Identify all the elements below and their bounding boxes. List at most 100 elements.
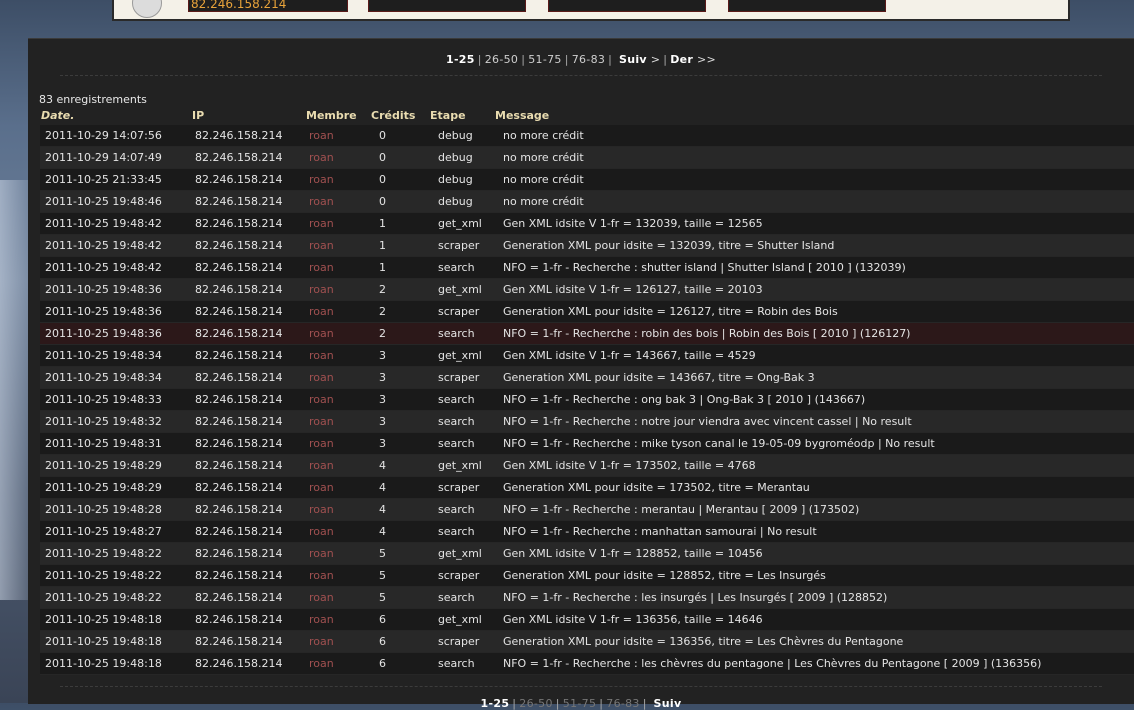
cell-member[interactable]: roan (309, 499, 374, 521)
page-link-76-83[interactable]: 76-83 (606, 697, 639, 710)
table-row[interactable]: 2011-10-25 19:48:34 82.246.158.214 roan 3 sc… (40, 367, 1134, 389)
page-link-76-83[interactable]: 76-83 (572, 53, 605, 66)
col-header-step[interactable]: Etape (430, 109, 466, 122)
input-field-3[interactable] (548, 0, 706, 12)
cell-ip: 82.246.158.214 (195, 653, 309, 675)
cell-member[interactable]: roan (309, 411, 374, 433)
cell-step: search (438, 323, 503, 345)
table-row[interactable]: 2011-10-25 19:48:28 82.246.158.214 roan 4 se… (40, 499, 1134, 521)
table-row[interactable]: 2011-10-25 19:48:29 82.246.158.214 roan 4 sc… (40, 477, 1134, 499)
cell-credits: 6 (374, 631, 438, 653)
cell-member[interactable]: roan (309, 609, 374, 631)
table-row[interactable]: 2011-10-25 19:48:42 82.246.158.214 roan 1 ge… (40, 213, 1134, 235)
table-row[interactable]: 2011-10-29 14:07:49 82.246.158.214 roan 0 de… (40, 147, 1134, 169)
cell-date: 2011-10-25 19:48:36 (40, 279, 195, 301)
cell-member[interactable]: roan (309, 587, 374, 609)
pagination-top: 1-25 | 26-50 | 51-75 | 76-83 | Suiv > | Der >> (445, 53, 716, 66)
last-page-link[interactable]: Der (670, 53, 693, 66)
ip-field[interactable]: 82.246.158.214 (188, 0, 348, 12)
cell-message: no more crédit (503, 169, 1134, 191)
page-link-26-50[interactable]: 26-50 (485, 53, 518, 66)
cell-member[interactable]: roan (309, 147, 374, 169)
cell-message: Generation XML pour idsite = 173502, tit… (503, 477, 1134, 499)
next-page-link[interactable]: Suiv (654, 697, 682, 710)
cell-member[interactable]: roan (309, 389, 374, 411)
col-header-credits[interactable]: Crédits (371, 109, 415, 122)
cell-date: 2011-10-25 19:48:32 (40, 411, 195, 433)
cell-member[interactable]: roan (309, 521, 374, 543)
cell-credits: 5 (374, 587, 438, 609)
cell-member[interactable]: roan (309, 235, 374, 257)
table-row[interactable]: 2011-10-29 14:07:56 82.246.158.214 roan 0 de… (40, 125, 1134, 147)
cell-member[interactable]: roan (309, 191, 374, 213)
table-row[interactable]: 2011-10-25 19:48:18 82.246.158.214 roan 6 ge… (40, 609, 1134, 631)
cell-member[interactable]: roan (309, 653, 374, 675)
cell-member[interactable]: roan (309, 631, 374, 653)
cell-member[interactable]: roan (309, 213, 374, 235)
cell-credits: 2 (374, 323, 438, 345)
cell-message: NFO = 1-fr - Recherche : merantau | Mera… (503, 499, 1134, 521)
log-table: 2011-10-29 14:07:56 82.246.158.214 roan 0 de… (40, 125, 1134, 675)
cell-date: 2011-10-29 14:07:56 (40, 125, 195, 147)
cell-message: no more crédit (503, 147, 1134, 169)
table-row[interactable]: 2011-10-25 19:48:31 82.246.158.214 roan 3 se… (40, 433, 1134, 455)
table-row[interactable]: 2011-10-25 19:48:22 82.246.158.214 roan 5 ge… (40, 543, 1134, 565)
magnifier-icon[interactable] (132, 0, 162, 18)
table-row[interactable]: 2011-10-25 19:48:34 82.246.158.214 roan 3 ge… (40, 345, 1134, 367)
record-count: 83 enregistrements (39, 93, 147, 106)
table-row[interactable]: 2011-10-25 19:48:27 82.246.158.214 roan 4 se… (40, 521, 1134, 543)
table-row[interactable]: 2011-10-25 21:33:45 82.246.158.214 roan 0 de… (40, 169, 1134, 191)
page-link-51-75[interactable]: 51-75 (563, 697, 596, 710)
table-row[interactable]: 2011-10-25 19:48:36 82.246.158.214 roan 2 sc… (40, 301, 1134, 323)
table-row[interactable]: 2011-10-25 19:48:36 82.246.158.214 roan 2 ge… (40, 279, 1134, 301)
cell-credits: 5 (374, 543, 438, 565)
cell-member[interactable]: roan (309, 169, 374, 191)
cell-member[interactable]: roan (309, 455, 374, 477)
table-row[interactable]: 2011-10-25 19:48:46 82.246.158.214 roan 0 de… (40, 191, 1134, 213)
table-row[interactable]: 2011-10-25 19:48:42 82.246.158.214 roan 1 se… (40, 257, 1134, 279)
table-row[interactable]: 2011-10-25 19:48:18 82.246.158.214 roan 6 se… (40, 653, 1134, 675)
cell-ip: 82.246.158.214 (195, 587, 309, 609)
col-header-member[interactable]: Membre (306, 109, 357, 122)
cell-member[interactable]: roan (309, 125, 374, 147)
cell-member[interactable]: roan (309, 279, 374, 301)
table-row[interactable]: 2011-10-25 19:48:22 82.246.158.214 roan 5 se… (40, 587, 1134, 609)
table-row[interactable]: 2011-10-25 19:48:36 82.246.158.214 roan 2 se… (40, 323, 1134, 345)
input-field-2[interactable] (368, 0, 526, 12)
col-header-date[interactable]: Date. (41, 109, 74, 122)
table-row[interactable]: 2011-10-25 19:48:42 82.246.158.214 roan 1 sc… (40, 235, 1134, 257)
cell-member[interactable]: roan (309, 565, 374, 587)
cell-ip: 82.246.158.214 (195, 125, 309, 147)
table-row[interactable]: 2011-10-25 19:48:22 82.246.158.214 roan 5 sc… (40, 565, 1134, 587)
cell-date: 2011-10-25 19:48:22 (40, 565, 195, 587)
next-arrow-icon[interactable]: > (651, 53, 661, 66)
col-header-message[interactable]: Message (495, 109, 549, 122)
table-row[interactable]: 2011-10-25 19:48:32 82.246.158.214 roan 3 se… (40, 411, 1134, 433)
cell-member[interactable]: roan (309, 323, 374, 345)
cell-credits: 0 (374, 191, 438, 213)
col-header-ip[interactable]: IP (192, 109, 204, 122)
pagination-bottom: 1-25 | 26-50 | 51-75 | 76-83 | Suiv (480, 697, 682, 710)
table-row[interactable]: 2011-10-25 19:48:18 82.246.158.214 roan 6 sc… (40, 631, 1134, 653)
cell-member[interactable]: roan (309, 433, 374, 455)
cell-credits: 3 (374, 389, 438, 411)
input-field-4[interactable] (728, 0, 886, 12)
cell-member[interactable]: roan (309, 257, 374, 279)
cell-message: Generation XML pour idsite = 132039, tit… (503, 235, 1134, 257)
next-page-link[interactable]: Suiv (619, 53, 647, 66)
cell-ip: 82.246.158.214 (195, 477, 309, 499)
cell-member[interactable]: roan (309, 367, 374, 389)
cell-credits: 2 (374, 301, 438, 323)
table-row[interactable]: 2011-10-25 19:48:29 82.246.158.214 roan 4 ge… (40, 455, 1134, 477)
table-row[interactable]: 2011-10-25 19:48:33 82.246.158.214 roan 3 se… (40, 389, 1134, 411)
cell-member[interactable]: roan (309, 477, 374, 499)
cell-member[interactable]: roan (309, 345, 374, 367)
cell-member[interactable]: roan (309, 301, 374, 323)
cell-member[interactable]: roan (309, 543, 374, 565)
page-link-26-50[interactable]: 26-50 (519, 697, 552, 710)
page-link-51-75[interactable]: 51-75 (528, 53, 561, 66)
cell-date: 2011-10-25 19:48:33 (40, 389, 195, 411)
last-arrow-icon[interactable]: >> (697, 53, 716, 66)
cell-ip: 82.246.158.214 (195, 433, 309, 455)
cell-message: Generation XML pour idsite = 126127, tit… (503, 301, 1134, 323)
